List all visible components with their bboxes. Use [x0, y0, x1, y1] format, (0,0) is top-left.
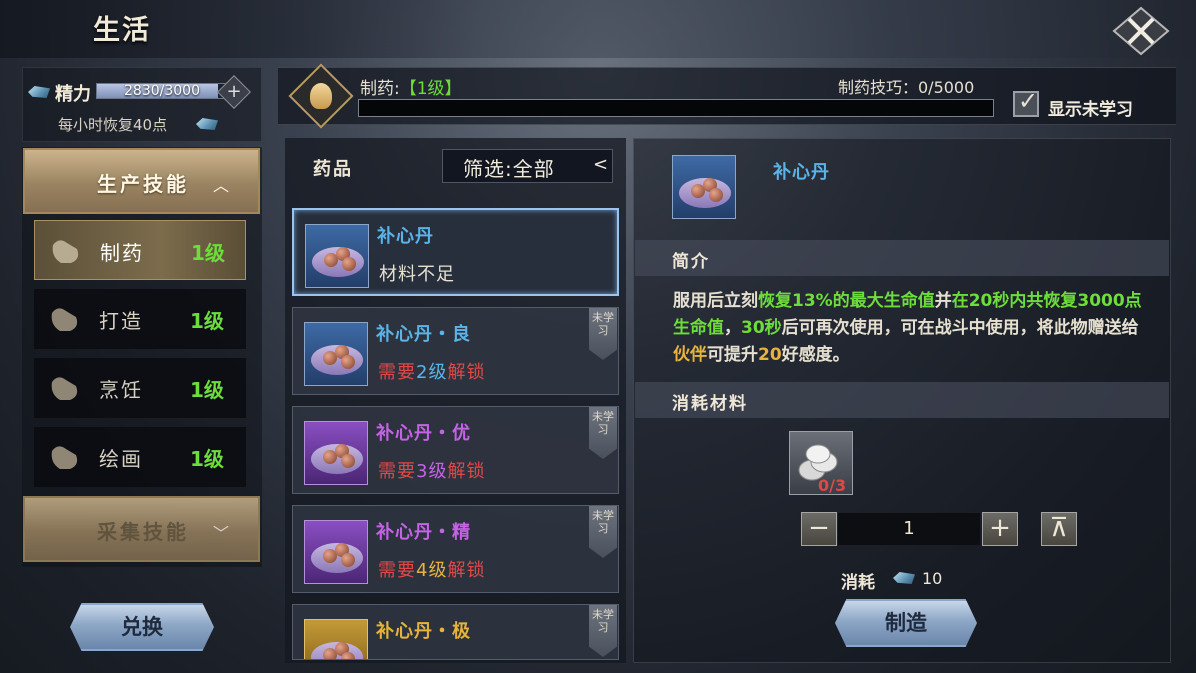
checkmark-icon: ✓: [1018, 87, 1039, 115]
recipe-name: 补心丹: [377, 226, 434, 247]
recipe-name: 补心丹・极: [376, 621, 471, 642]
item-description: 服用后立刻恢复13%的最大生命值并在20秒内共恢复3000点生命值，30秒后可再…: [673, 291, 1142, 365]
plus-icon: +: [989, 513, 1011, 543]
skill-row-forging[interactable]: 打造 1级: [34, 289, 246, 349]
recipe-name: 补心丹・精: [376, 522, 471, 543]
skill-row-medicine[interactable]: 制药 1级: [34, 220, 246, 280]
gathering-skills-tab[interactable]: 采集技能 ﹀: [23, 496, 260, 562]
unlearned-badge: 未学习: [589, 605, 617, 657]
craft-proficiency-text: 制药技巧：0/5000: [838, 78, 975, 97]
craft-proficiency-bar: [358, 99, 994, 117]
show-unlearned-label: 显示未学习: [1048, 100, 1133, 120]
plus-icon: +: [226, 81, 242, 102]
painting-pouch-icon: [51, 446, 78, 469]
close-button[interactable]: [1112, 6, 1170, 56]
recipe-status: 需要5级解锁: [378, 655, 485, 659]
forging-pouch-icon: [51, 308, 78, 331]
minus-icon: −: [808, 513, 830, 543]
unlearned-badge: 未学习: [589, 308, 617, 360]
pill-bundle-icon: [305, 224, 369, 288]
recipe-list-item[interactable]: 补心丹・极需要5级解锁 未学习: [292, 604, 619, 660]
close-icon: [1112, 6, 1170, 56]
recipe-status: 材料不足: [379, 264, 455, 285]
max-icon: ⊼: [1049, 513, 1069, 543]
craft-button[interactable]: 制造: [835, 599, 977, 647]
chevron-left-icon: <: [593, 154, 609, 175]
recipe-list-item[interactable]: 补心丹・优需要3级解锁 未学习: [292, 406, 619, 494]
skill-row-cooking[interactable]: 烹饪 1级: [34, 358, 246, 418]
energy-bar: 2830/3000: [96, 83, 226, 99]
recipe-status: 需要4级解锁: [378, 560, 486, 581]
chevron-up-icon: ︿: [213, 176, 230, 195]
production-skills-tab[interactable]: 生产技能 ︿: [23, 148, 260, 214]
pill-bundle-icon: [304, 619, 368, 659]
title-bar: [0, 0, 1196, 58]
materials-section-header: 消耗材料: [635, 382, 1169, 418]
intro-section-header: 简介: [635, 240, 1169, 276]
cost-label: 消耗: [841, 573, 875, 593]
chevron-down-icon: ﹀: [213, 524, 230, 543]
pill-bundle-icon: [304, 421, 368, 485]
recipe-list-item[interactable]: 补心丹・精需要4级解锁 未学习: [292, 505, 619, 593]
medicine-pouch-icon: [52, 240, 79, 263]
unlearned-badge: 未学习: [589, 407, 617, 459]
recipe-list-title: 药品: [313, 159, 353, 180]
material-count: 0/3: [818, 476, 847, 495]
max-quantity-button[interactable]: ⊼: [1041, 512, 1077, 546]
pill-bundle-icon: [304, 520, 368, 584]
increase-quantity-button[interactable]: +: [982, 512, 1018, 546]
craft-skill-title: 制药:【1级】: [360, 79, 462, 99]
skill-row-painting[interactable]: 绘画 1级: [34, 427, 246, 487]
cooking-pouch-icon: [51, 377, 78, 400]
page-title: 生活: [93, 15, 151, 46]
energy-label: 精力: [55, 84, 91, 105]
recipe-name: 补心丹・良: [376, 324, 471, 345]
detail-item-icon: [672, 155, 736, 219]
recipe-name: 补心丹・优: [376, 423, 471, 444]
detail-item-name: 补心丹: [773, 162, 830, 183]
quantity-input[interactable]: 1: [838, 513, 980, 545]
show-unlearned-checkbox[interactable]: ✓: [1013, 87, 1039, 117]
recipe-list-item[interactable]: 补心丹・良需要2级解锁 未学习: [292, 307, 619, 395]
energy-regen-text: 每小时恢复40点: [58, 116, 168, 134]
recipe-list-item[interactable]: 补心丹 材料不足: [292, 208, 619, 296]
decrease-quantity-button[interactable]: −: [801, 512, 837, 546]
filter-dropdown[interactable]: 筛选:全部 <: [442, 149, 613, 183]
exchange-button[interactable]: 兑换: [70, 603, 214, 651]
recipe-status: 需要3级解锁: [378, 461, 486, 482]
recipe-status: 需要2级解锁: [378, 362, 486, 383]
cost-value: 10: [922, 569, 943, 588]
pill-bundle-icon: [304, 322, 368, 386]
energy-value: 2830/3000: [124, 83, 200, 99]
unlearned-badge: 未学习: [589, 506, 617, 558]
